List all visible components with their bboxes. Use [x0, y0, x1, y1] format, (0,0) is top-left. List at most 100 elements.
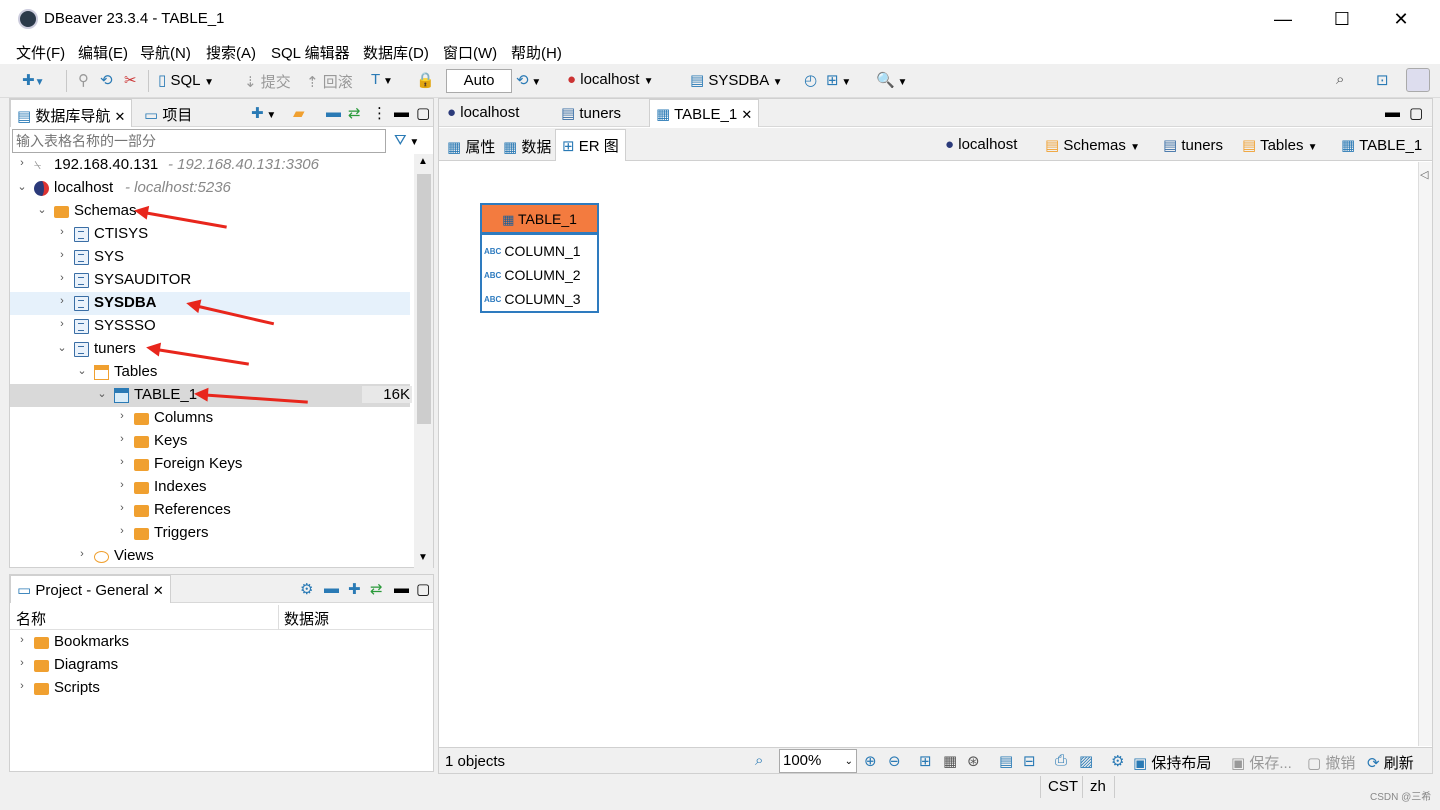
new-folder-icon[interactable]: ▰: [287, 99, 311, 127]
breadcrumb-tables[interactable]: ▤ Tables ▼: [1236, 131, 1324, 159]
rollback-button[interactable]: ⇡ 回滚: [306, 71, 353, 92]
tree-row-bookmarks[interactable]: › Bookmarks: [10, 631, 410, 654]
expand-all-icon[interactable]: ✚: [342, 575, 367, 603]
active-connection-selector[interactable]: ● localhost ▼: [567, 71, 654, 88]
tree-row-views[interactable]: › Views: [10, 545, 410, 568]
search-icon[interactable]: 🔍 ▼: [876, 71, 907, 89]
tree-row-remote-connection[interactable]: › ⍀ 192.168.40.131 - 192.168.40.131:3306: [10, 154, 410, 177]
tab-project-general[interactable]: ▭ Project - General ✕: [10, 575, 171, 603]
close-button[interactable]: ✕: [1381, 6, 1421, 32]
grid-icon[interactable]: ▦: [943, 752, 957, 770]
menu-search[interactable]: 搜索(A): [206, 42, 256, 63]
close-tab-icon[interactable]: ✕: [741, 107, 752, 122]
er-diagram-icon[interactable]: ⊞ ▼: [826, 71, 851, 89]
zoom-in-icon[interactable]: ⊕: [864, 752, 877, 770]
dashboard-icon[interactable]: ◴: [804, 71, 817, 89]
palette-toggle[interactable]: ◁: [1418, 162, 1432, 746]
active-schema-selector[interactable]: ▤ SYSDBA ▼: [690, 71, 782, 89]
er-column[interactable]: ABC COLUMN_2: [484, 267, 581, 283]
subtab-properties[interactable]: ▦ 属性: [441, 131, 501, 159]
commit-button[interactable]: ⇣ 提交: [244, 71, 291, 92]
zoom-out-icon[interactable]: ⊖: [888, 752, 901, 770]
tree-row-indexes[interactable]: › Indexes: [10, 476, 410, 499]
export-image-icon[interactable]: ▨: [1079, 752, 1093, 770]
er-column[interactable]: ABC COLUMN_3: [484, 291, 581, 307]
transaction-icon[interactable]: T ▼: [371, 71, 393, 88]
tree-row-references[interactable]: › References: [10, 499, 410, 522]
tab-projects[interactable]: ▭ 项目: [138, 99, 198, 127]
close-tab-icon[interactable]: ✕: [115, 109, 126, 124]
menu-window[interactable]: 窗口(W): [443, 42, 497, 63]
tree-row-schema-ctisys[interactable]: › CTISYS: [10, 223, 410, 246]
layout-icon[interactable]: ⊞: [919, 752, 932, 770]
editor-tab-table-1[interactable]: ▦ TABLE_1 ✕: [649, 99, 760, 127]
tree-row-schema-sysso[interactable]: › SYSSSO: [10, 315, 410, 338]
fit-icon[interactable]: ⊛: [967, 752, 980, 770]
column-header-datasource[interactable]: 数据源: [284, 608, 329, 629]
subtab-er-diagram[interactable]: ⊞ ER 图: [555, 129, 626, 161]
dbeaver-perspective-icon[interactable]: [1406, 68, 1430, 92]
close-tab-icon[interactable]: ✕: [153, 583, 164, 598]
tree-row-keys[interactable]: › Keys: [10, 430, 410, 453]
er-entity-table-1[interactable]: ▦ TABLE_1 ABC COLUMN_1 ABC COLUMN_2 ABC COL…: [480, 203, 599, 313]
tree-row-scripts[interactable]: › Scripts: [10, 677, 410, 700]
connect-icon[interactable]: ⚲: [78, 71, 89, 89]
new-connection-icon[interactable]: ✚▼: [22, 71, 44, 89]
transaction-mode-box[interactable]: Auto: [446, 69, 512, 93]
collapse-all-icon[interactable]: ▬: [318, 575, 345, 603]
menu-file[interactable]: 文件(F): [16, 42, 65, 63]
maximize-panel-icon[interactable]: ▢: [410, 575, 436, 603]
tree-row-schema-sysdba[interactable]: › SYSDBA: [10, 292, 410, 315]
new-connection-icon[interactable]: ✚ ▼: [245, 99, 282, 127]
undo-button[interactable]: ▢ 撤销: [1307, 752, 1355, 773]
minimize-button[interactable]: —: [1263, 6, 1303, 32]
global-search-icon[interactable]: ⌕: [1336, 71, 1344, 88]
breadcrumb-tuners[interactable]: ▤ tuners: [1157, 131, 1229, 159]
column-header-name[interactable]: 名称: [16, 608, 46, 629]
tree-row-schema-sysauditor[interactable]: › SYSAUDITOR: [10, 269, 410, 292]
scrollbar-thumb[interactable]: [417, 174, 431, 424]
breadcrumb-localhost[interactable]: ● localhost: [939, 131, 1023, 159]
tree-row-triggers[interactable]: › Triggers: [10, 522, 410, 545]
tree-row-schemas[interactable]: ⌄ Schemas: [10, 200, 410, 223]
tree-row-tables[interactable]: ⌄ Tables: [10, 361, 410, 384]
menu-sql-editor[interactable]: SQL 编辑器: [271, 42, 350, 63]
print-icon[interactable]: ⎙: [1055, 752, 1067, 769]
tab-database-navigator[interactable]: ▤ 数据库导航 ✕: [10, 99, 133, 127]
maximize-panel-icon[interactable]: ▢: [410, 99, 436, 127]
settings-icon[interactable]: ⚙: [294, 575, 319, 603]
disconnect-icon[interactable]: ✂: [124, 71, 137, 89]
settings-icon[interactable]: ⚙: [1111, 752, 1124, 770]
tree-row-foreign-keys[interactable]: › Foreign Keys: [10, 453, 410, 476]
minimize-editor-icon[interactable]: ▬: [1379, 99, 1406, 127]
reconnect-icon[interactable]: ⟲: [100, 71, 113, 89]
navigator-scrollbar[interactable]: ▲ ▼: [414, 154, 433, 568]
perspective-icon[interactable]: ⊡: [1376, 71, 1389, 89]
tree-row-localhost[interactable]: ⌄ localhost - localhost:5236: [10, 177, 410, 200]
menu-database[interactable]: 数据库(D): [363, 42, 429, 63]
save-layout-button[interactable]: ▣ 保持布局: [1133, 752, 1211, 773]
maximize-button[interactable]: ☐: [1322, 6, 1362, 32]
save-button[interactable]: ▣ 保存...: [1231, 752, 1292, 773]
maximize-editor-icon[interactable]: ▢: [1403, 99, 1429, 127]
editor-tab-localhost[interactable]: ● localhost: [441, 99, 525, 127]
menu-help[interactable]: 帮助(H): [511, 42, 562, 63]
sql-editor-button[interactable]: ▯ SQL ▼: [158, 71, 214, 89]
editor-tab-tuners[interactable]: ▤ tuners: [555, 99, 627, 127]
notes-icon[interactable]: ▤: [999, 752, 1013, 770]
subtab-data[interactable]: ▦ 数据: [497, 131, 557, 159]
er-entity-header[interactable]: ▦ TABLE_1: [482, 205, 597, 234]
tree-row-diagrams[interactable]: › Diagrams: [10, 654, 410, 677]
zoom-select[interactable]: 100% ⌄: [779, 749, 857, 773]
refresh-button[interactable]: ⟳ 刷新: [1367, 752, 1414, 773]
history-icon[interactable]: ⟲ ▼: [516, 71, 541, 89]
tree-row-schema-sys[interactable]: › SYS: [10, 246, 410, 269]
attributes-icon[interactable]: ⊟: [1023, 752, 1036, 770]
breadcrumb-table-1[interactable]: ▦ TABLE_1: [1335, 131, 1428, 159]
menu-edit[interactable]: 编辑(E): [78, 42, 128, 63]
filter-icon[interactable]: ⛛ ▼: [394, 132, 419, 149]
lock-icon[interactable]: 🔒: [416, 71, 435, 89]
tree-row-columns[interactable]: › Columns: [10, 407, 410, 430]
link-with-editor-icon[interactable]: ⇄: [342, 99, 367, 127]
navigator-filter-input[interactable]: [12, 129, 386, 153]
